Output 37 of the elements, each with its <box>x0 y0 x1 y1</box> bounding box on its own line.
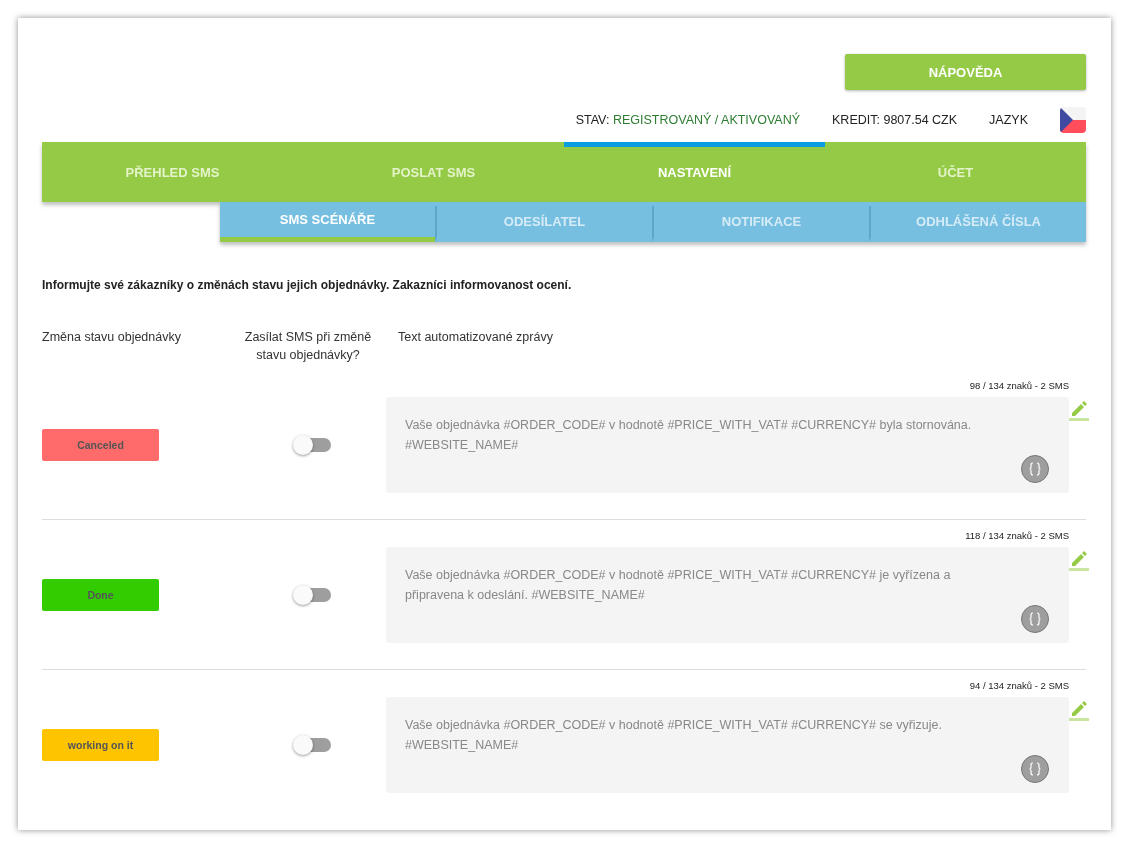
character-counter: 98 / 134 znaků - 2 SMS <box>968 380 1069 391</box>
toggle-switch[interactable] <box>295 588 331 602</box>
message-text: Vaše objednávka #ORDER_CODE# v hodnotě #PRICE_WITH_VAT# #CURRENCY# se vyřizuje. #WEBSITE_NAME# <box>405 718 943 752</box>
language-label: JAZYK <box>989 113 1028 127</box>
sub-tab[interactable]: ODESÍLATEL <box>435 206 652 242</box>
help-button[interactable]: NÁPOVĚDA <box>845 54 1086 90</box>
message-text: Vaše objednávka #ORDER_CODE# v hodnotě #PRICE_WITH_VAT# #CURRENCY# je vyřízena a připravena k odeslání. #WEBSITE_NAME# <box>405 568 951 602</box>
pencil-icon[interactable] <box>1069 399 1089 421</box>
intro-text: Informujte své zákazníky o změnách stavu jejich objednávky. Zakazníci informovanost ocení. <box>42 278 573 292</box>
flag-icon[interactable] <box>1060 107 1086 133</box>
column-header: Změna stavu objednávky <box>42 329 182 346</box>
main-tab[interactable]: POSLAT SMS <box>303 142 564 202</box>
column-header: Zasílat SMS při změně stavu objednávky? <box>243 329 373 364</box>
status-badge: Canceled <box>42 429 159 461</box>
account-status: STAV: REGISTROVANÝ / AKTIVOVANÝ <box>575 113 801 127</box>
message-field[interactable]: Vaše objednávka #ORDER_CODE# v hodnotě #PRICE_WITH_VAT# #CURRENCY# byla stornována. #WEBSITE_NAME# <box>386 397 1069 493</box>
main-tab[interactable]: PŘEHLED SMS <box>42 142 303 202</box>
pencil-icon[interactable] <box>1069 549 1089 571</box>
pencil-icon[interactable] <box>1069 699 1089 721</box>
message-text: Vaše objednávka #ORDER_CODE# v hodnotě #PRICE_WITH_VAT# #CURRENCY# byla stornována. #WEBSITE_NAME# <box>405 418 972 452</box>
braces-icon[interactable] <box>1021 755 1049 783</box>
toggle-switch[interactable] <box>295 438 331 452</box>
status-badge: Done <box>42 579 159 611</box>
status-badge: working on it <box>42 729 159 761</box>
braces-icon[interactable] <box>1021 605 1049 633</box>
sub-tab[interactable]: NOTIFIKACE <box>652 206 869 242</box>
sub-tab[interactable]: ODHLÁŠENÁ ČÍSLA <box>869 206 1086 242</box>
column-header: Text automatizované zprávy <box>397 329 554 346</box>
message-field[interactable]: Vaše objednávka #ORDER_CODE# v hodnotě #PRICE_WITH_VAT# #CURRENCY# je vyřízena a připravena k odeslání. #WEBSITE_NAME# <box>386 547 1069 643</box>
main-tab[interactable]: ÚČET <box>825 142 1086 202</box>
character-counter: 94 / 134 znaků - 2 SMS <box>968 680 1069 691</box>
braces-icon[interactable] <box>1021 455 1049 483</box>
character-counter: 118 / 134 znaků - 2 SMS <box>964 530 1069 541</box>
sub-tab[interactable]: SMS SCÉNÁŘE <box>220 202 435 242</box>
message-field[interactable]: Vaše objednávka #ORDER_CODE# v hodnotě #PRICE_WITH_VAT# #CURRENCY# se vyřizuje. #WEBSITE_NAME# <box>386 697 1069 793</box>
toggle-switch[interactable] <box>295 738 331 752</box>
credit-balance: KREDIT: 9807.54 CZK <box>832 113 958 127</box>
